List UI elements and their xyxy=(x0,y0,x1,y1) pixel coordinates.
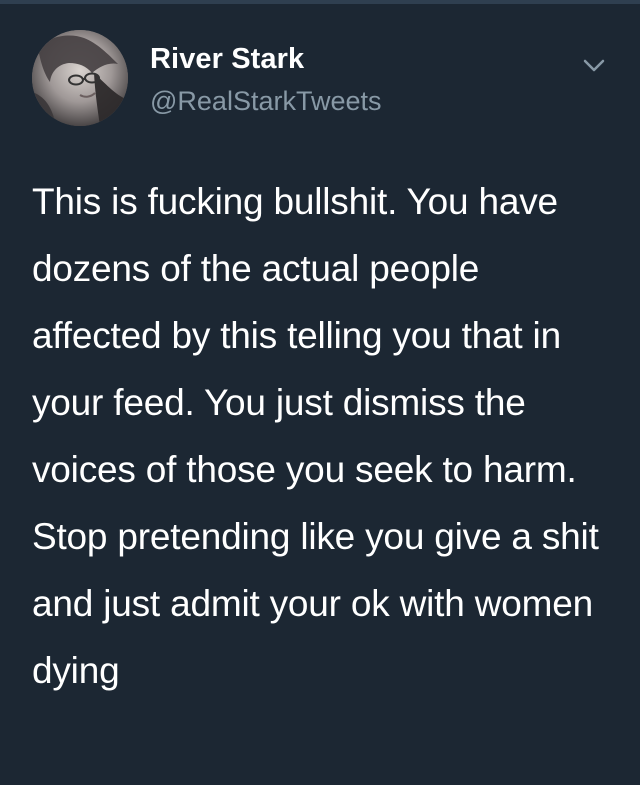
tweet-body: This is fucking bullshit. You have dozen… xyxy=(32,181,599,691)
display-name[interactable]: River Stark xyxy=(150,42,570,76)
profile-photo-icon xyxy=(32,30,128,126)
top-divider xyxy=(0,0,640,4)
user-handle[interactable]: @RealStarkTweets xyxy=(150,86,570,116)
user-info: River Stark @RealStarkTweets xyxy=(150,42,570,116)
tweet-menu-button[interactable] xyxy=(580,52,608,80)
avatar[interactable] xyxy=(32,30,128,126)
chevron-down-icon xyxy=(583,59,605,72)
tweet-header: River Stark @RealStarkTweets xyxy=(32,30,622,126)
